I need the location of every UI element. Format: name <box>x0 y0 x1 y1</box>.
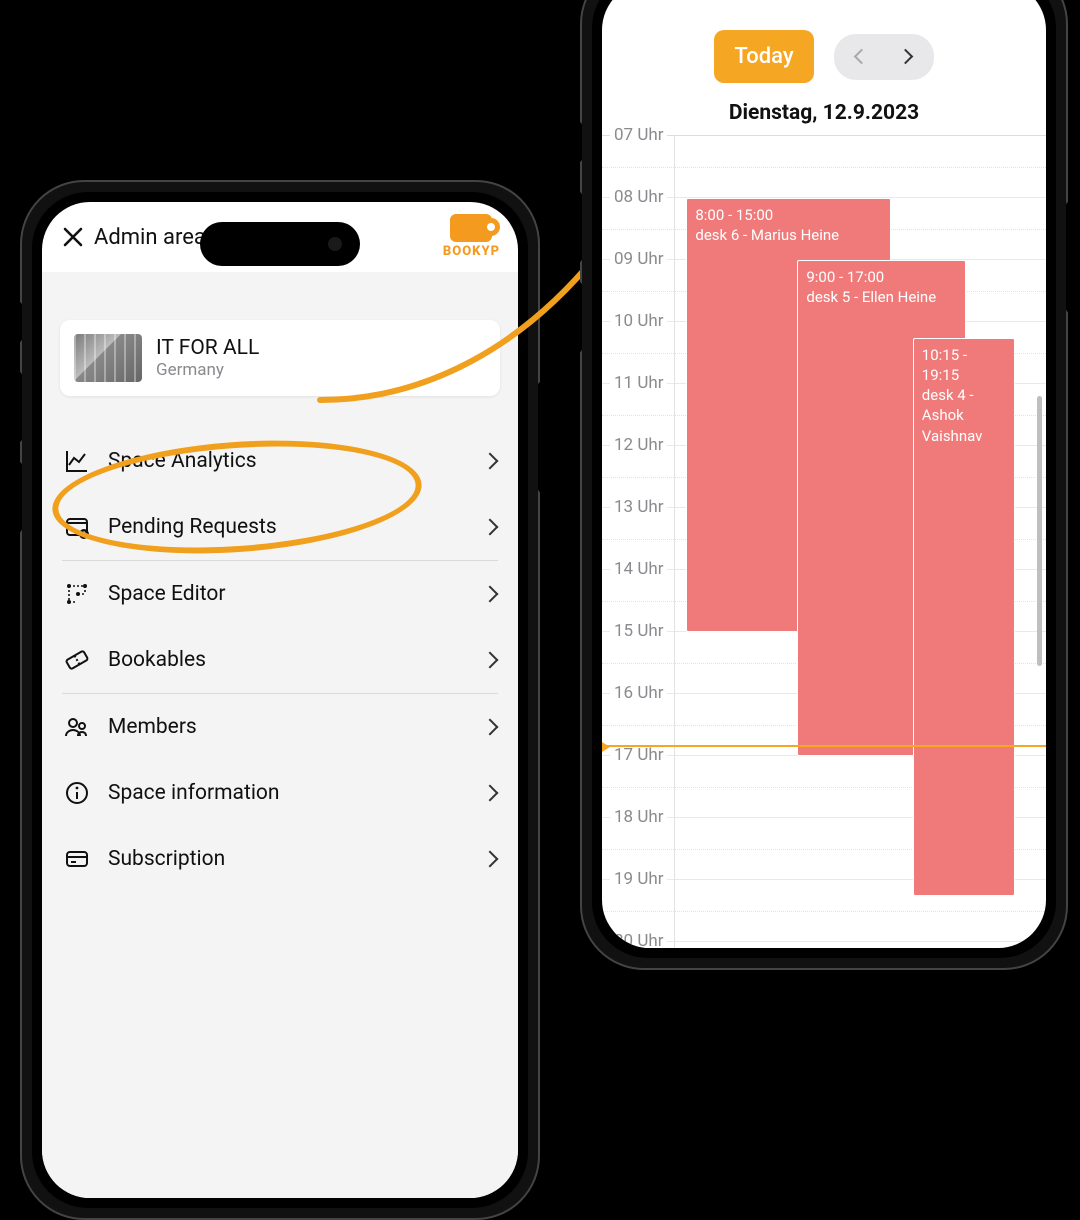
chart-icon <box>64 448 90 474</box>
chevron-left-icon <box>854 49 870 65</box>
hour-label: 13 Uhr <box>610 497 667 517</box>
date-heading: Dienstag, 12.9.2023 <box>602 101 1046 135</box>
event-desc: desk 4 - Ashok Vaishnav <box>922 385 1006 446</box>
hour-label: 18 Uhr <box>610 807 667 827</box>
prev-day-button[interactable] <box>840 40 884 74</box>
admin-menu: Space Analytics? Pending Requests Space Ed… <box>60 428 500 892</box>
inbox-question-icon: ? <box>64 514 90 540</box>
chevron-right-icon <box>482 851 499 868</box>
menu-item-editor[interactable]: Space Editor <box>60 561 500 627</box>
hour-label: 12 Uhr <box>610 435 667 455</box>
hour-row: 20 Uhr <box>602 942 1046 948</box>
space-location: Germany <box>156 360 259 380</box>
hour-label: 09 Uhr <box>610 249 667 269</box>
floorplan-icon <box>64 581 90 607</box>
chevron-right-icon <box>898 49 914 65</box>
hour-label: 19 Uhr <box>610 869 667 889</box>
card-icon <box>64 846 90 872</box>
hour-label: 14 Uhr <box>610 559 667 579</box>
page-title: Admin area <box>94 225 206 250</box>
calendar-event[interactable]: 10:15 - 19:15desk 4 - Ashok Vaishnav <box>913 338 1015 896</box>
current-time-indicator <box>602 745 1046 747</box>
menu-item-label: Subscription <box>108 847 466 871</box>
event-time: 10:15 - 19:15 <box>922 345 1006 386</box>
menu-item-subscription[interactable]: Subscription <box>60 826 500 892</box>
event-time: 8:00 - 15:00 <box>695 205 881 225</box>
hour-row: 07 Uhr <box>602 136 1046 198</box>
hour-label: 16 Uhr <box>610 683 667 703</box>
brand-logo-icon <box>450 214 492 242</box>
space-name: IT FOR ALL <box>156 336 259 360</box>
menu-item-label: Space Editor <box>108 582 466 606</box>
info-icon <box>64 780 90 806</box>
chevron-right-icon <box>482 519 499 536</box>
menu-item-label: Bookables <box>108 648 466 672</box>
event-desc: desk 5 - Ellen Heine <box>806 287 957 307</box>
menu-item-requests[interactable]: ? Pending Requests <box>60 494 500 560</box>
today-button[interactable]: Today <box>714 30 813 83</box>
close-button[interactable] <box>60 224 86 250</box>
space-card[interactable]: IT FOR ALL Germany <box>60 320 500 396</box>
screen-left: Admin area BOOKYP IT FOR ALL Germany Spa… <box>42 202 518 1198</box>
close-icon <box>62 226 84 248</box>
day-calendar[interactable]: 07 Uhr08 Uhr 09 Uhr 10 Uhr 11 Uhr 12 Uhr 13 U… <box>602 135 1046 948</box>
next-day-button[interactable] <box>884 40 928 74</box>
hour-label: 20 Uhr <box>610 931 667 948</box>
calendar-toolbar: Today <box>602 0 1046 101</box>
chevron-right-icon <box>482 652 499 669</box>
chevron-right-icon <box>482 719 499 736</box>
brand-logo-text: BOOKYP <box>443 244 500 259</box>
phone-frame-right: Today Dienstag, 12.9.2023 07 Uhr08 Uhr09… <box>580 0 1068 970</box>
menu-item-bookables[interactable]: Bookables <box>60 627 500 693</box>
brand-logo: BOOKYP <box>443 214 500 259</box>
hour-label: 07 Uhr <box>610 125 667 145</box>
chevron-right-icon <box>482 785 499 802</box>
menu-item-label: Space Analytics <box>108 449 466 473</box>
event-time: 9:00 - 17:00 <box>806 267 957 287</box>
space-thumbnail <box>74 334 142 382</box>
menu-item-label: Members <box>108 715 466 739</box>
event-desc: desk 6 - Marius Heine <box>695 225 881 245</box>
menu-item-label: Space information <box>108 781 466 805</box>
menu-item-analytics[interactable]: Space Analytics <box>60 428 500 494</box>
hour-label: 17 Uhr <box>610 745 667 765</box>
menu-item-info[interactable]: Space information <box>60 760 500 826</box>
date-nav <box>834 34 934 80</box>
chevron-right-icon <box>482 453 499 470</box>
screen-right: Today Dienstag, 12.9.2023 07 Uhr08 Uhr09… <box>602 0 1046 948</box>
menu-item-members[interactable]: Members <box>60 694 500 760</box>
scrollbar[interactable] <box>1037 396 1042 666</box>
hour-label: 10 Uhr <box>610 311 667 331</box>
menu-item-label: Pending Requests <box>108 515 466 539</box>
hour-label: 11 Uhr <box>610 373 667 393</box>
dynamic-island <box>200 222 360 266</box>
people-icon <box>64 714 90 740</box>
hour-label: 08 Uhr <box>610 187 667 207</box>
hour-label: 15 Uhr <box>610 621 667 641</box>
chevron-right-icon <box>482 586 499 603</box>
phone-frame-left: Admin area BOOKYP IT FOR ALL Germany Spa… <box>20 180 540 1220</box>
ticket-icon <box>64 647 90 673</box>
